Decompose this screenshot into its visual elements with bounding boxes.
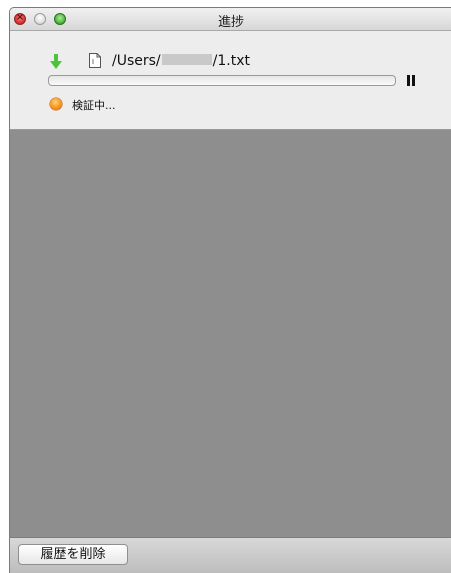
progress-bar (48, 75, 396, 86)
orange-status-dot-icon (50, 98, 62, 110)
window-title: 進捗 (217, 15, 244, 30)
redacted-username (161, 54, 212, 65)
file-path-prefix: /Users/ (112, 53, 161, 69)
progress-window: × 進捗 /Users/ /1.txt 検証中... 履歴を削除 (9, 7, 451, 573)
file-path: /Users/ /1.txt (112, 53, 250, 69)
file-path-suffix: /1.txt (212, 53, 250, 69)
pause-icon[interactable] (405, 75, 417, 86)
title-bar[interactable]: × 進捗 (10, 8, 451, 31)
clear-history-button[interactable]: 履歴を削除 (18, 544, 128, 565)
download-arrow-icon (50, 54, 62, 69)
download-list-item[interactable]: /Users/ /1.txt 検証中... (10, 31, 451, 130)
text-file-icon (89, 53, 101, 68)
status-text: 検証中... (72, 99, 116, 112)
bottom-bar: 履歴を削除 (10, 537, 451, 573)
